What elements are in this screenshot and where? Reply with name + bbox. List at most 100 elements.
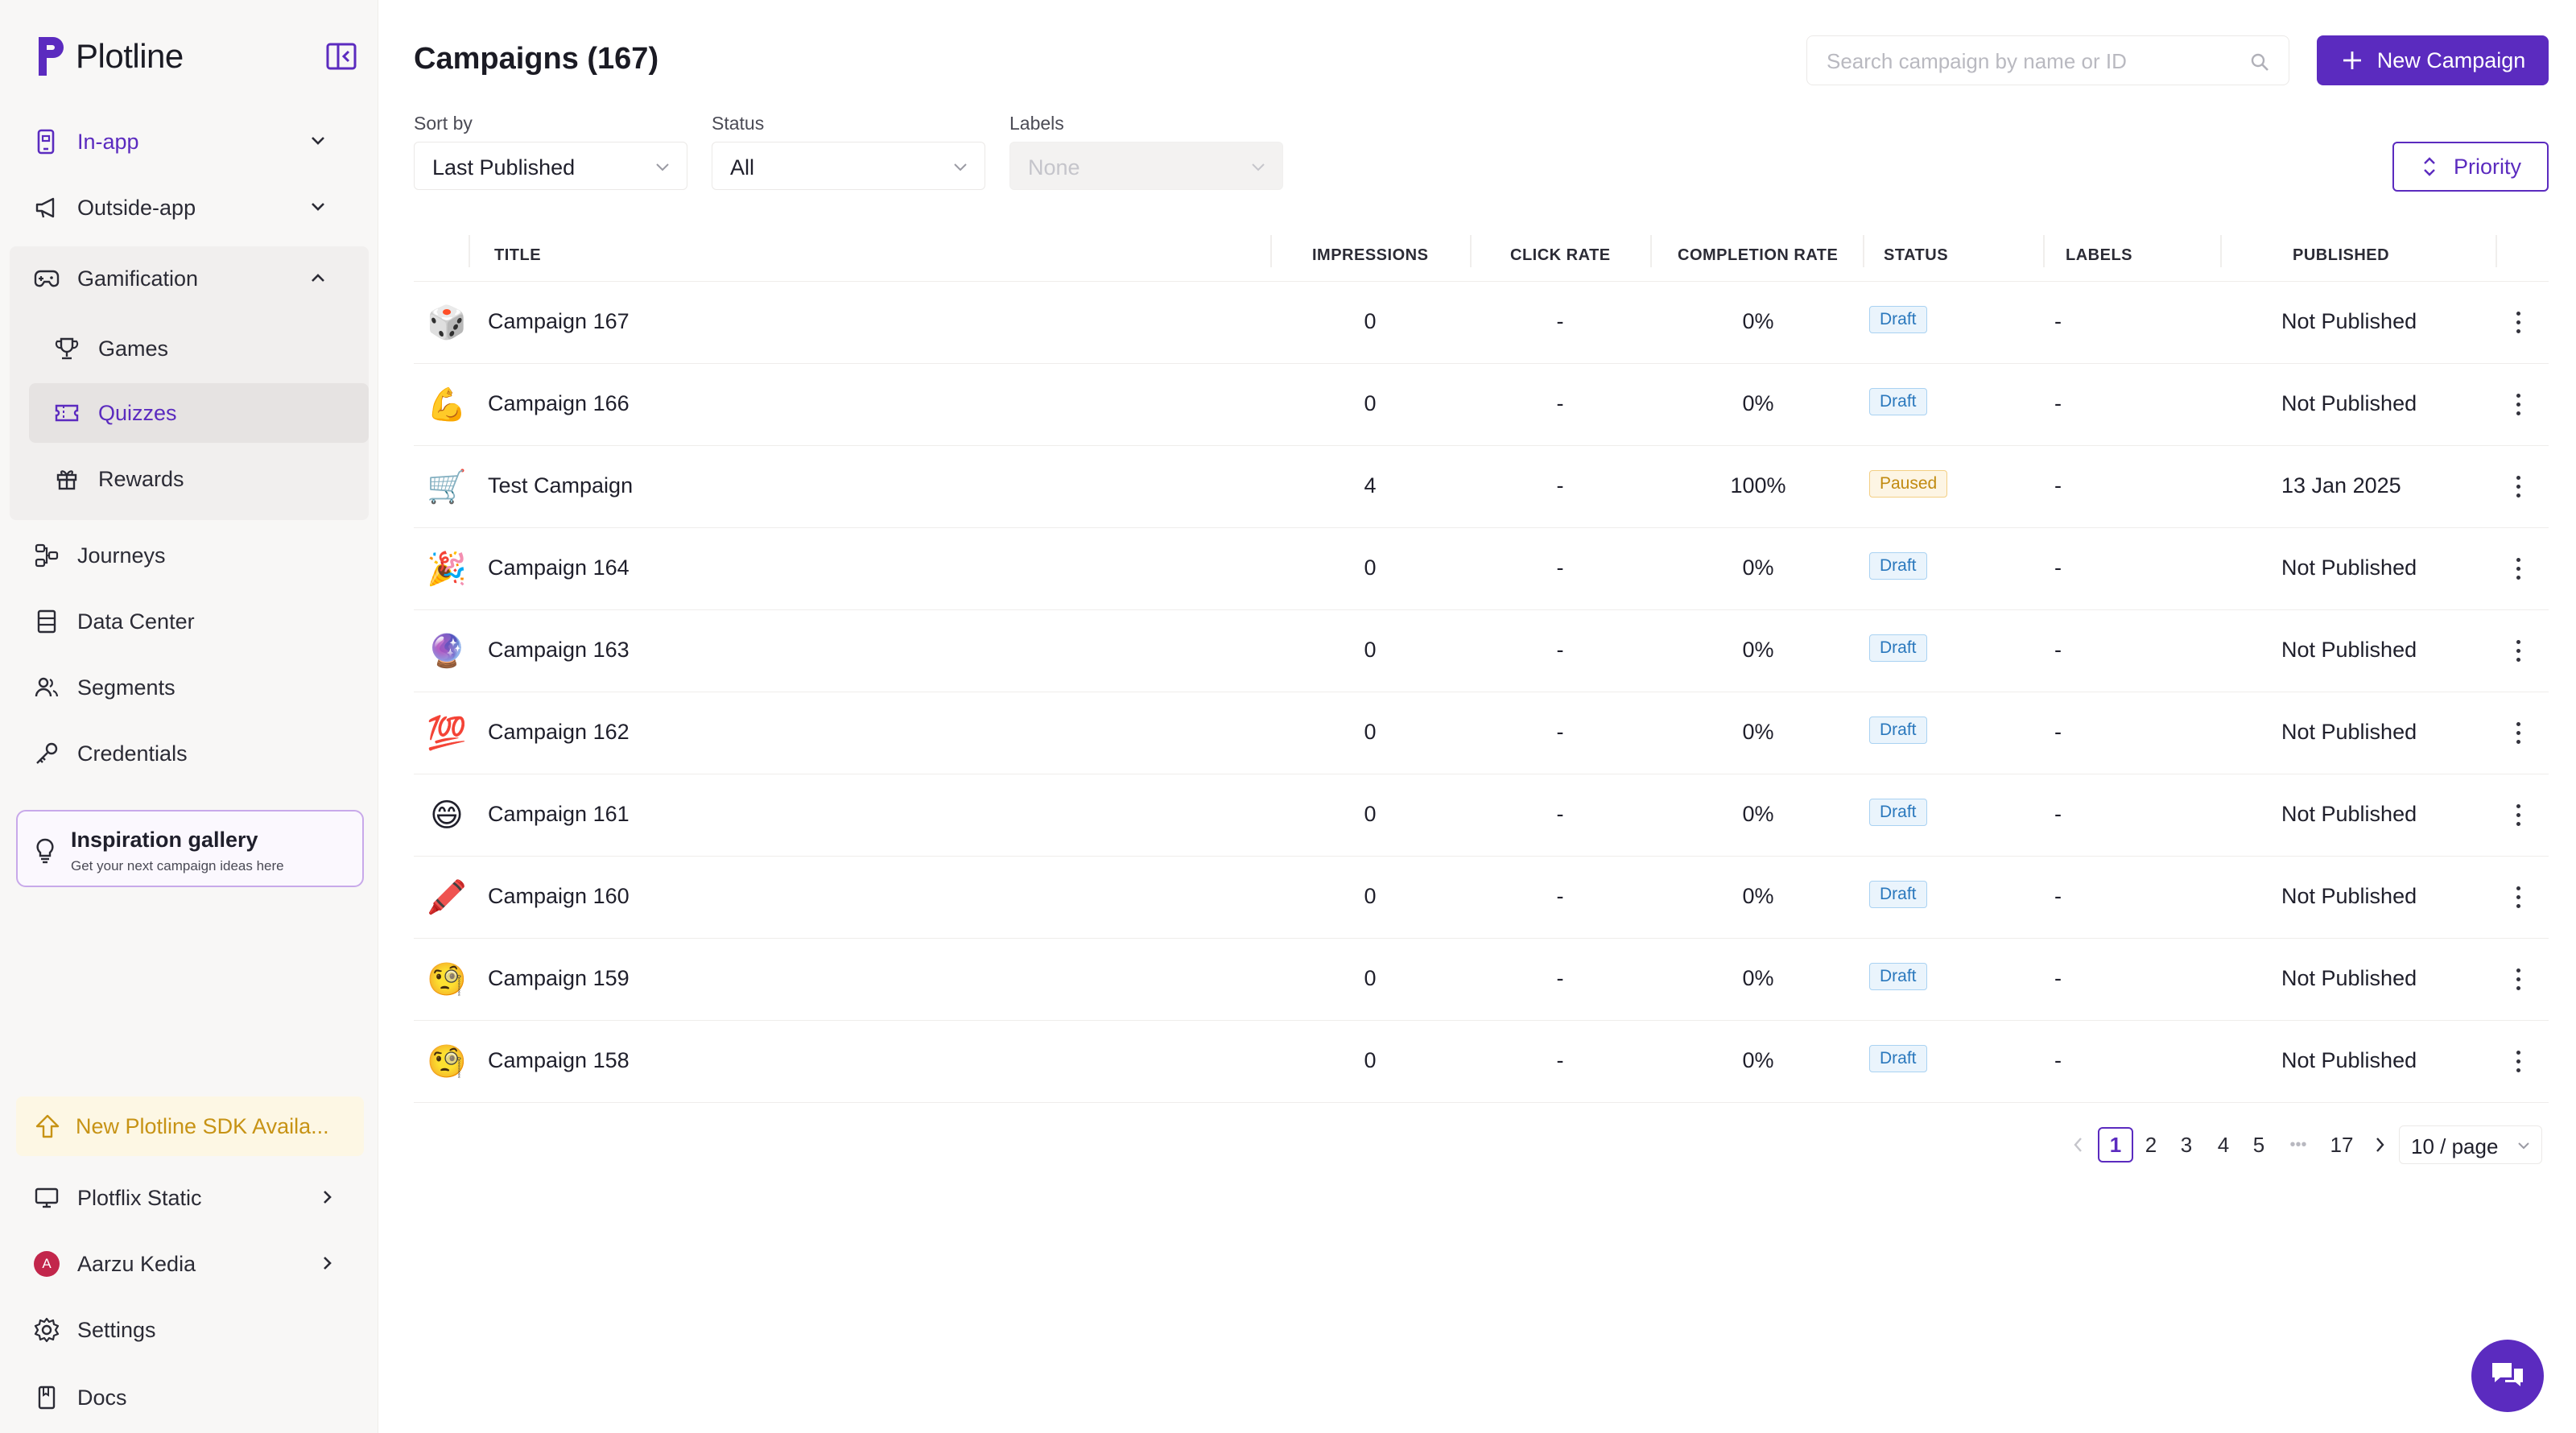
click-rate-value: - bbox=[1556, 555, 1564, 580]
nav-data-center[interactable]: Data Center bbox=[32, 597, 348, 646]
table-row[interactable]: 🛒 Test Campaign 4 - 100% Paused - 13 Jan… bbox=[414, 446, 2549, 528]
more-options-icon[interactable] bbox=[2508, 470, 2528, 502]
search-placeholder: Search campaign by name or ID bbox=[1827, 49, 2127, 73]
page-1-button[interactable]: 1 bbox=[2098, 1127, 2133, 1163]
campaign-title[interactable]: Campaign 158 bbox=[488, 1048, 630, 1073]
campaign-title[interactable]: Test Campaign bbox=[488, 473, 633, 498]
chevron-up-icon[interactable] bbox=[306, 266, 330, 290]
app-logo[interactable]: Plotline bbox=[35, 34, 184, 79]
labels-value: - bbox=[2054, 1048, 2062, 1072]
page-3-button[interactable]: 3 bbox=[2170, 1127, 2202, 1163]
user-menu[interactable]: A Aarzu Kedia bbox=[32, 1240, 348, 1288]
chat-support-button[interactable] bbox=[2471, 1340, 2544, 1412]
labels-value: - bbox=[2054, 802, 2062, 826]
chat-bubbles-icon bbox=[2489, 1358, 2526, 1394]
labels-value: - bbox=[2054, 966, 2062, 990]
sort-by-select[interactable]: Last Published bbox=[414, 142, 687, 190]
more-options-icon[interactable] bbox=[2508, 634, 2528, 667]
labels-select[interactable]: None bbox=[1009, 142, 1283, 190]
more-options-icon[interactable] bbox=[2508, 799, 2528, 831]
campaign-title[interactable]: Campaign 159 bbox=[488, 966, 630, 991]
campaign-title[interactable]: Campaign 163 bbox=[488, 638, 630, 663]
campaign-title[interactable]: Campaign 166 bbox=[488, 391, 630, 416]
page-4-button[interactable]: 4 bbox=[2207, 1127, 2240, 1163]
table-row[interactable]: 💪 Campaign 166 0 - 0% Draft - Not Publis… bbox=[414, 364, 2549, 446]
completion-rate-value: 0% bbox=[1742, 884, 1774, 908]
nav-in-app[interactable]: In-app bbox=[32, 118, 348, 166]
page-size-select[interactable]: 10 / page bbox=[2399, 1125, 2542, 1164]
inspiration-subtitle: Get your next campaign ideas here bbox=[71, 858, 284, 873]
sidebar-item-rewards[interactable]: Rewards bbox=[29, 449, 369, 509]
nav-journeys[interactable]: Journeys bbox=[32, 531, 348, 580]
campaign-title[interactable]: Campaign 162 bbox=[488, 720, 630, 745]
table-row[interactable]: 🎉 Campaign 164 0 - 0% Draft - Not Publis… bbox=[414, 528, 2549, 610]
sort-by-label: Sort by bbox=[414, 113, 473, 134]
column-divider bbox=[2043, 235, 2045, 267]
nav-credentials[interactable]: Credentials bbox=[32, 729, 348, 778]
sdk-update-banner[interactable]: New Plotline SDK Availa... bbox=[16, 1096, 364, 1156]
table-row[interactable]: 🧐 Campaign 159 0 - 0% Draft - Not Publis… bbox=[414, 939, 2549, 1021]
page-2-button[interactable]: 2 bbox=[2135, 1127, 2167, 1163]
table-row[interactable]: 🎲 Campaign 167 0 - 0% Draft - Not Publis… bbox=[414, 282, 2549, 364]
inspiration-title: Inspiration gallery bbox=[71, 828, 258, 852]
status-badge: Draft bbox=[1869, 716, 1927, 744]
completion-rate-value: 0% bbox=[1742, 638, 1774, 662]
chevron-down-icon[interactable] bbox=[306, 129, 330, 153]
completion-rate-value: 0% bbox=[1742, 802, 1774, 826]
new-campaign-button[interactable]: New Campaign bbox=[2317, 35, 2549, 85]
nav-label: Segments bbox=[77, 675, 175, 700]
table-row[interactable]: 🔮 Campaign 163 0 - 0% Draft - Not Publis… bbox=[414, 610, 2549, 692]
campaign-title[interactable]: Campaign 160 bbox=[488, 884, 630, 909]
campaign-emoji: 🧐 bbox=[427, 961, 467, 998]
status-badge: Draft bbox=[1869, 306, 1927, 333]
table-row[interactable]: 🧐 Campaign 158 0 - 0% Draft - Not Publis… bbox=[414, 1021, 2549, 1103]
nav-segments[interactable]: Segments bbox=[32, 663, 348, 712]
search-input[interactable]: Search campaign by name or ID bbox=[1806, 35, 2289, 85]
nav-settings[interactable]: Settings bbox=[32, 1306, 348, 1354]
chevron-down-icon[interactable] bbox=[306, 195, 330, 219]
column-divider bbox=[2220, 235, 2222, 267]
published-value: Not Published bbox=[2281, 309, 2417, 333]
more-options-icon[interactable] bbox=[2508, 716, 2528, 749]
labels-value: - bbox=[2054, 309, 2062, 333]
more-options-icon[interactable] bbox=[2508, 552, 2528, 584]
collapse-sidebar-icon[interactable] bbox=[325, 42, 357, 71]
campaign-title[interactable]: Campaign 161 bbox=[488, 802, 630, 827]
page-5-button[interactable]: 5 bbox=[2243, 1127, 2275, 1163]
campaign-emoji: 💯 bbox=[427, 715, 467, 752]
click-rate-value: - bbox=[1556, 309, 1564, 333]
page-last-button[interactable]: 17 bbox=[2323, 1127, 2360, 1163]
more-options-icon[interactable] bbox=[2508, 963, 2528, 995]
workspace-switcher[interactable]: Plotflix Static bbox=[32, 1174, 348, 1222]
labels-value: - bbox=[2054, 638, 2062, 662]
prev-page-icon[interactable] bbox=[2064, 1127, 2091, 1163]
more-options-icon[interactable] bbox=[2508, 388, 2528, 420]
table-row[interactable]: 💯 Campaign 162 0 - 0% Draft - Not Publis… bbox=[414, 692, 2549, 774]
campaign-title[interactable]: Campaign 164 bbox=[488, 555, 630, 580]
more-options-icon[interactable] bbox=[2508, 306, 2528, 338]
click-rate-value: - bbox=[1556, 802, 1564, 826]
sidebar-item-quizzes[interactable]: Quizzes bbox=[29, 383, 369, 443]
status-select[interactable]: All bbox=[712, 142, 985, 190]
campaign-title[interactable]: Campaign 167 bbox=[488, 309, 630, 334]
table-row[interactable]: 😄 Campaign 161 0 - 0% Draft - Not Publis… bbox=[414, 774, 2549, 857]
more-options-icon[interactable] bbox=[2508, 881, 2528, 913]
nav-docs[interactable]: Docs bbox=[32, 1373, 348, 1422]
priority-button[interactable]: Priority bbox=[2392, 142, 2549, 192]
gear-icon bbox=[32, 1315, 61, 1344]
published-value: Not Published bbox=[2281, 884, 2417, 908]
nav-outside-app[interactable]: Outside-app bbox=[32, 184, 348, 232]
next-page-icon[interactable] bbox=[2367, 1127, 2394, 1163]
completion-rate-value: 0% bbox=[1742, 966, 1774, 990]
sidebar-item-games[interactable]: Games bbox=[29, 319, 369, 378]
more-options-icon[interactable] bbox=[2508, 1045, 2528, 1077]
labels-value: - bbox=[2054, 391, 2062, 415]
gift-icon bbox=[53, 465, 80, 493]
pagination-ellipsis[interactable]: ••• bbox=[2280, 1127, 2317, 1163]
sub-item-label: Games bbox=[98, 336, 169, 361]
nav-gamification[interactable]: Gamification bbox=[32, 254, 348, 303]
nav-label: Settings bbox=[77, 1317, 156, 1342]
inspiration-gallery-card[interactable]: Inspiration gallery Get your next campai… bbox=[16, 810, 364, 887]
table-row[interactable]: 🖍️ Campaign 160 0 - 0% Draft - Not Publi… bbox=[414, 857, 2549, 939]
labels-value: - bbox=[2054, 884, 2062, 908]
